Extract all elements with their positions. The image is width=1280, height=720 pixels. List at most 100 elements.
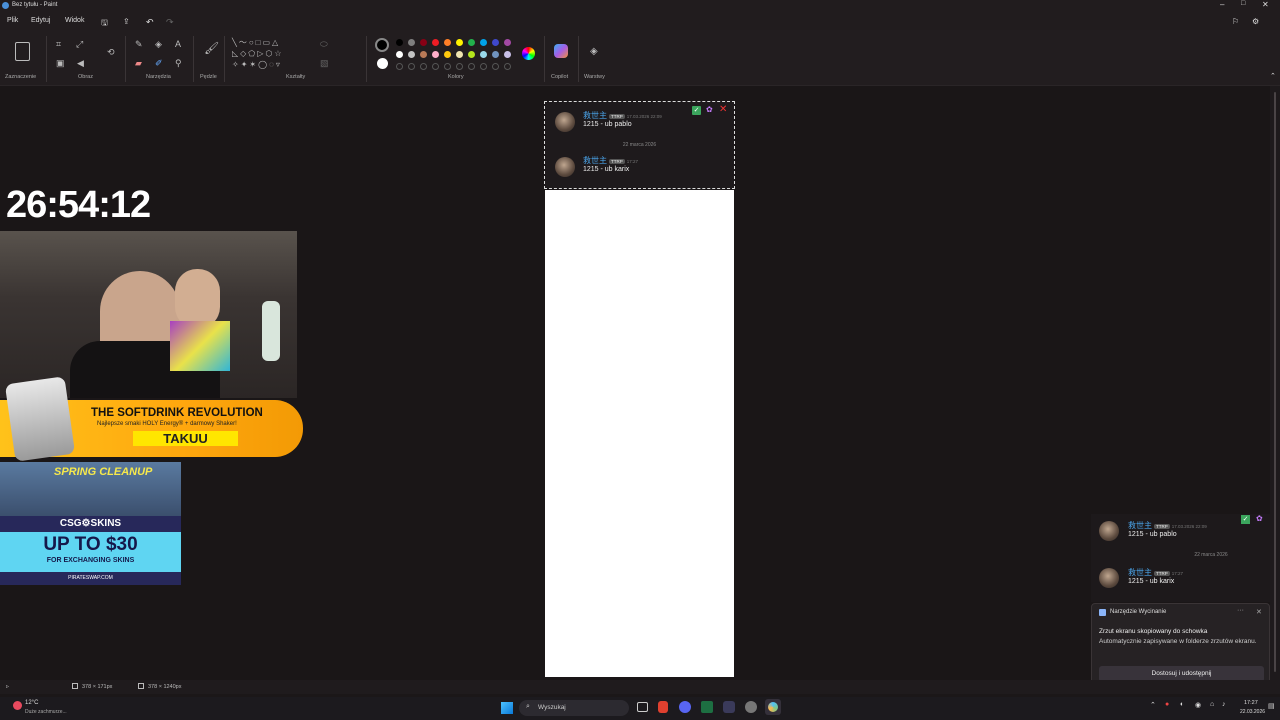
tray-chevron-icon[interactable]: ⌃ (1150, 701, 1156, 709)
notifications-icon[interactable]: ⚐ (1232, 17, 1239, 26)
magnifier-icon[interactable]: ⚲ (175, 59, 182, 68)
color-swatch[interactable] (408, 63, 415, 70)
color-swatch[interactable] (480, 51, 487, 58)
group-tools-label: Narzędzia (146, 74, 171, 80)
volume-icon[interactable]: ♪ (1222, 701, 1226, 708)
more-options-icon[interactable]: ··· (1237, 607, 1244, 614)
flip-icon[interactable]: ◀ (77, 59, 84, 68)
share-icon[interactable]: ⇪ (123, 17, 130, 26)
layers-icon[interactable]: ◈ (590, 47, 598, 57)
color-swatch[interactable] (504, 63, 511, 70)
toast-body: Automatycznie zapisywane w folderze zrzu… (1099, 638, 1257, 645)
settings-icon[interactable]: ⚙ (1252, 17, 1259, 26)
maximize-icon[interactable]: □ (1241, 0, 1245, 7)
menu-view[interactable]: Widok (65, 17, 84, 24)
fill-icon[interactable]: ◈ (155, 40, 162, 49)
color-picker-icon[interactable]: ✐ (155, 59, 163, 68)
secondary-color-swatch[interactable] (377, 58, 388, 69)
date-separator: 22 marca 2026 (1194, 552, 1228, 558)
text-icon[interactable]: A (175, 40, 181, 49)
color-swatch[interactable] (408, 39, 415, 46)
chat-text: 1215 - ub pablo (1128, 531, 1177, 538)
rotate-icon[interactable]: ⟲ (107, 48, 115, 57)
pasted-selection[interactable]: 救世主 TTRP 17.03.2026 22:09 1215 - ub pablo … (544, 101, 735, 189)
color-swatch[interactable] (456, 63, 463, 70)
tray-app-icon[interactable]: ● (1165, 701, 1169, 708)
color-swatch[interactable] (432, 63, 439, 70)
app-icon[interactable] (723, 701, 735, 713)
brush-icon[interactable]: 🖌 (204, 42, 219, 54)
shape-fill-icon[interactable]: ▧ (320, 59, 329, 68)
color-swatch[interactable] (468, 63, 475, 70)
color-swatch[interactable] (504, 51, 511, 58)
color-swatch[interactable] (432, 51, 439, 58)
edit-colors-icon[interactable] (522, 47, 535, 60)
color-swatch[interactable] (492, 39, 499, 46)
discord-icon[interactable] (679, 701, 691, 713)
menu-file[interactable]: Plik (7, 17, 18, 24)
close-icon[interactable]: ✕ (719, 104, 727, 115)
task-view-icon[interactable] (637, 702, 648, 712)
search-box[interactable]: ⌕ Wyszukaj (519, 700, 629, 716)
network-icon[interactable]: ⌂ (1210, 701, 1214, 708)
primary-color-swatch[interactable] (375, 38, 389, 52)
save-icon[interactable]: 🖫 (101, 17, 108, 31)
color-swatch[interactable] (468, 39, 475, 46)
color-swatch[interactable] (396, 39, 403, 46)
checkmark-icon: ✓ (1241, 515, 1250, 524)
color-swatch[interactable] (420, 63, 427, 70)
outline-icon[interactable]: ⬭ (320, 40, 328, 49)
color-swatch[interactable] (492, 63, 499, 70)
color-swatch[interactable] (456, 51, 463, 58)
collapse-ribbon-icon[interactable]: ⌃ (1270, 72, 1276, 80)
resize-icon[interactable]: ⤢ (76, 40, 83, 49)
selection-tool-icon[interactable] (15, 42, 30, 61)
snipping-tool-notification[interactable]: Narzędzie Wycinanie ··· ✕ Zrzut ekranu s… (1091, 603, 1270, 687)
clock-time[interactable]: 17:27 (1244, 700, 1258, 706)
timestamp: 17.03.2026 22:09 (1171, 524, 1207, 529)
paint-canvas[interactable] (545, 190, 734, 677)
color-swatch[interactable] (444, 63, 451, 70)
excel-icon[interactable] (701, 701, 713, 713)
tray-app-icon[interactable]: ◉ (1195, 701, 1201, 709)
chat-username: 救世主 (583, 111, 607, 120)
undo-icon[interactable]: ↶ (146, 17, 154, 28)
selection-size-icon (72, 683, 78, 689)
color-swatch[interactable] (492, 51, 499, 58)
vertical-scrollbar[interactable] (1270, 86, 1280, 680)
eraser-icon[interactable]: ▰ (135, 59, 142, 68)
color-swatch[interactable] (480, 39, 487, 46)
color-swatch[interactable] (396, 51, 403, 58)
image-tool-icon[interactable]: ▣ (56, 59, 65, 68)
toast-title: Zrzut ekranu skopiowany do schowka (1099, 628, 1208, 635)
close-icon[interactable]: ✕ (1262, 0, 1269, 9)
weather-icon[interactable] (13, 701, 22, 710)
minimize-icon[interactable]: – (1220, 0, 1224, 9)
shapes-gallery[interactable]: ╲〜○□▭△ ◺◇⬠▷⬡☆ ✧✦✶◯◌▿ (232, 37, 308, 73)
tray-app-icon[interactable]: ◐ (1180, 701, 1184, 708)
color-swatch[interactable] (468, 51, 475, 58)
app-icon[interactable] (745, 701, 757, 713)
color-swatch[interactable] (504, 39, 511, 46)
color-swatch[interactable] (456, 39, 463, 46)
color-swatch[interactable] (432, 39, 439, 46)
start-icon[interactable] (501, 702, 513, 714)
notification-center-icon[interactable]: ▤ (1268, 702, 1275, 710)
close-icon[interactable]: ✕ (1256, 608, 1262, 616)
color-swatch[interactable] (420, 51, 427, 58)
color-swatch[interactable] (444, 39, 451, 46)
pencil-icon[interactable]: ✎ (135, 40, 143, 49)
color-swatch[interactable] (408, 51, 415, 58)
menu-edit[interactable]: Edytuj (31, 17, 50, 24)
clock-date[interactable]: 22.03.2026 (1240, 709, 1265, 715)
color-swatch[interactable] (444, 51, 451, 58)
color-swatch[interactable] (396, 63, 403, 70)
brave-browser-icon[interactable] (658, 701, 668, 713)
redo-icon[interactable]: ↷ (166, 17, 174, 28)
webcam-feed (0, 231, 297, 398)
copilot-icon[interactable] (554, 44, 568, 58)
color-palette[interactable] (396, 37, 516, 77)
color-swatch[interactable] (480, 63, 487, 70)
color-swatch[interactable] (420, 39, 427, 46)
crop-icon[interactable]: ⌗ (56, 40, 61, 49)
